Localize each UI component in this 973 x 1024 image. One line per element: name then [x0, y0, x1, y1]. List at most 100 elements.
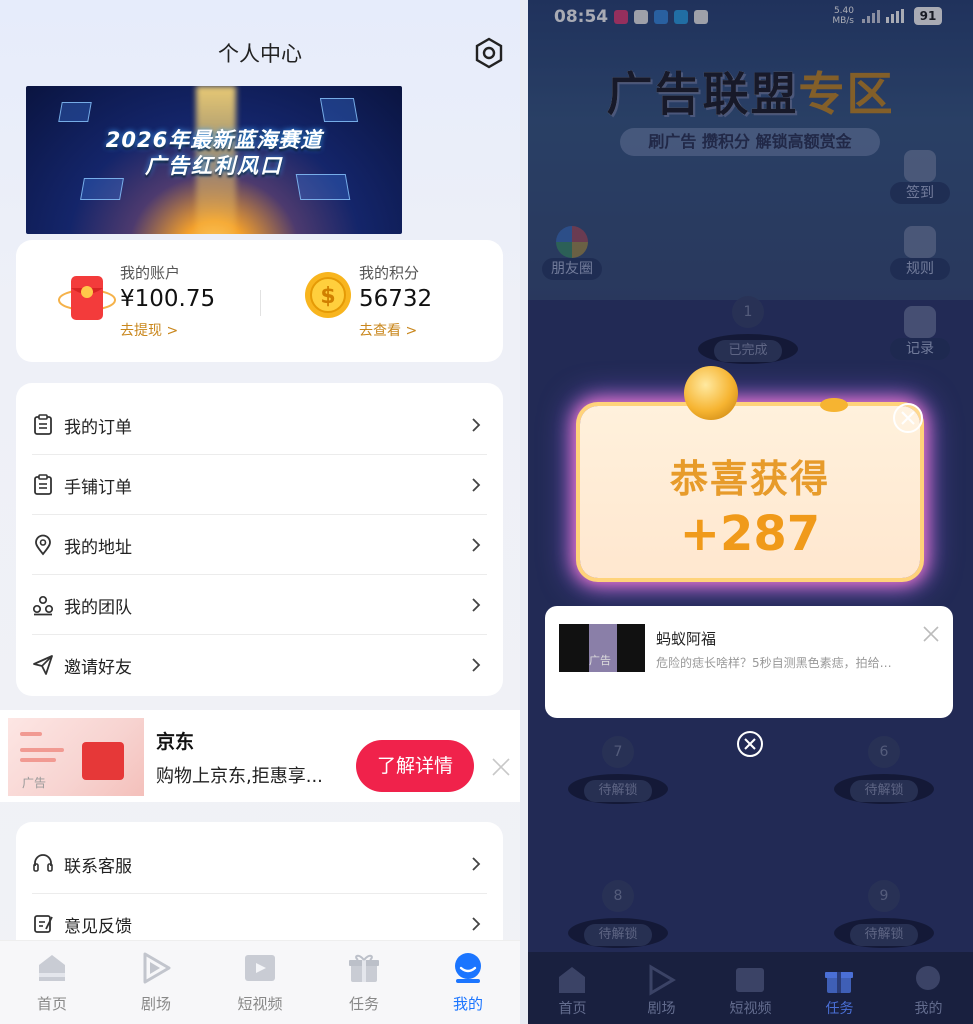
home-icon: [559, 967, 585, 993]
ad-tag: 广告: [22, 776, 47, 790]
ad-title: 蚂蚁阿福: [656, 630, 717, 648]
reward-title: 恭喜获得: [669, 457, 830, 501]
close-icon[interactable]: [921, 624, 941, 644]
chevron-right-icon: [472, 917, 481, 931]
learn-more-button[interactable]: 了解详情: [356, 740, 474, 792]
menu-item-orders[interactable]: 我的订单: [32, 395, 487, 455]
tab-label: 短视频: [729, 1001, 772, 1017]
gold-coin-icon: [684, 366, 738, 420]
menu-item-label: 联系客服: [64, 857, 132, 877]
chevron-right-icon: [472, 538, 481, 552]
menu-item-shop-orders[interactable]: 手铺订单: [32, 455, 487, 515]
gold-coin-icon: [820, 398, 848, 412]
ad-notification-card[interactable]: 广告 蚂蚁阿福 危险的痣长啥样？5秒自测黑色素痣，拍给…: [545, 606, 953, 718]
thumb-line: [20, 758, 56, 762]
red-gift-box-icon: [82, 742, 124, 780]
headset-icon: [33, 854, 53, 872]
reward-amount: +287: [679, 506, 821, 562]
page-title: 个人中心: [218, 42, 302, 66]
tab-tasks[interactable]: 任务: [312, 941, 416, 1024]
tab-short-video[interactable]: 短视频: [706, 952, 795, 1024]
profile-screen: 个人中心 2026年最新蓝海赛道 广告红利风口 我的账户 ¥100.75 去提现…: [0, 0, 520, 1024]
balance-label: 我的账户: [120, 264, 181, 282]
paper-plane-icon: [33, 655, 53, 675]
menu-item-label: 我的地址: [64, 538, 132, 558]
balance-section[interactable]: 我的账户 ¥100.75 去提现 >: [16, 240, 260, 362]
menu-item-label: 手铺订单: [64, 478, 132, 498]
ad-description: 购物上京东,拒惠享...: [156, 766, 323, 787]
thumb-line: [20, 732, 42, 736]
gold-coin-icon: $: [305, 272, 351, 318]
tab-home[interactable]: 首页: [0, 941, 104, 1024]
chevron-right-icon: [472, 658, 481, 672]
tab-mine[interactable]: 我的: [416, 941, 520, 1024]
panel-separator: [520, 0, 528, 1024]
menu-item-address[interactable]: 我的地址: [32, 515, 487, 575]
bottom-tab-bar: 首页 剧场 短视频 任务 我的: [0, 940, 520, 1024]
red-envelope-icon: [58, 276, 116, 320]
menu-item-label: 我的团队: [64, 598, 132, 618]
video-icon: [736, 968, 764, 992]
profile-icon: [916, 966, 940, 990]
tab-home[interactable]: 首页: [528, 952, 617, 1024]
chevron-right-icon: [472, 598, 481, 612]
menu-item-label: 意见反馈: [64, 917, 132, 937]
edit-icon: [34, 915, 53, 933]
settings-gear-icon[interactable]: [472, 36, 506, 70]
svg-text:$: $: [320, 284, 335, 309]
tab-label: 任务: [348, 995, 379, 1013]
gift-icon: [825, 972, 853, 993]
banner-panel-deco: [58, 102, 92, 122]
location-pin-icon: [35, 534, 51, 556]
tab-label: 剧场: [140, 995, 171, 1013]
chevron-right-icon: [472, 478, 481, 492]
tab-short-video[interactable]: 短视频: [208, 941, 312, 1024]
menu-item-customer-service[interactable]: 联系客服: [32, 834, 487, 894]
jd-ad-card[interactable]: 广告 京东 购物上京东,拒惠享... 了解详情: [0, 710, 520, 802]
view-points-link[interactable]: 去查看 >: [359, 320, 417, 340]
ad-brand-name: 京东: [156, 731, 195, 753]
clipboard-icon: [34, 474, 52, 495]
tab-label: 首页: [558, 1001, 587, 1017]
tab-label: 短视频: [237, 995, 283, 1013]
reward-popup: 恭喜获得 +287: [580, 366, 923, 578]
balance-value: ¥100.75: [120, 286, 216, 312]
ad-alliance-screen: 08:54 5.40 MB/s 91 广告联盟专区 刷广告 攒积分 解锁高额赏金…: [528, 0, 973, 1024]
tab-label: 首页: [36, 995, 67, 1013]
profile-icon: [455, 953, 481, 983]
close-icon[interactable]: [892, 402, 924, 434]
close-icon[interactable]: [490, 756, 512, 778]
gift-icon: [349, 954, 379, 982]
menu-item-invite[interactable]: 邀请好友: [32, 635, 487, 695]
banner-panel-deco: [319, 98, 359, 122]
screenshot-stage: 个人中心 2026年最新蓝海赛道 广告红利风口 我的账户 ¥100.75 去提现…: [0, 0, 973, 1024]
tab-label: 我的: [914, 1001, 943, 1017]
tab-theater[interactable]: 剧场: [104, 941, 208, 1024]
menu-item-team[interactable]: 我的团队: [32, 575, 487, 635]
points-section[interactable]: $ 我的积分 56732 去查看 >: [261, 240, 503, 362]
chevron-right-icon: [472, 418, 481, 432]
menu-list: 我的订单 手铺订单 我的地址 我的团队 邀请好友: [16, 383, 503, 696]
play-icon: [143, 952, 171, 984]
banner-subline: 广告红利风口: [145, 154, 283, 178]
withdraw-link[interactable]: 去提现 >: [120, 320, 178, 340]
close-circle-icon[interactable]: [736, 730, 764, 758]
video-icon: [245, 955, 275, 981]
tab-label: 剧场: [647, 1001, 676, 1017]
team-icon: [32, 595, 54, 616]
thumb-line: [20, 748, 64, 752]
banner-panel-deco: [80, 178, 124, 200]
ad-thumbnail: 广告: [8, 718, 144, 796]
tab-theater[interactable]: 剧场: [617, 952, 706, 1024]
points-value: 56732: [359, 286, 433, 312]
tab-tasks[interactable]: 任务: [795, 952, 884, 1024]
promo-banner[interactable]: 2026年最新蓝海赛道 广告红利风口: [26, 86, 402, 234]
tab-mine[interactable]: 我的: [884, 952, 973, 1024]
tab-label: 我的: [452, 995, 483, 1013]
play-icon: [649, 964, 676, 996]
menu-item-label: 我的订单: [64, 418, 132, 438]
points-label: 我的积分: [359, 264, 420, 282]
clipboard-icon: [34, 414, 52, 435]
ad-tag: 广告: [589, 654, 611, 667]
bottom-tab-bar: 首页 剧场 短视频 任务 我的: [528, 952, 973, 1024]
